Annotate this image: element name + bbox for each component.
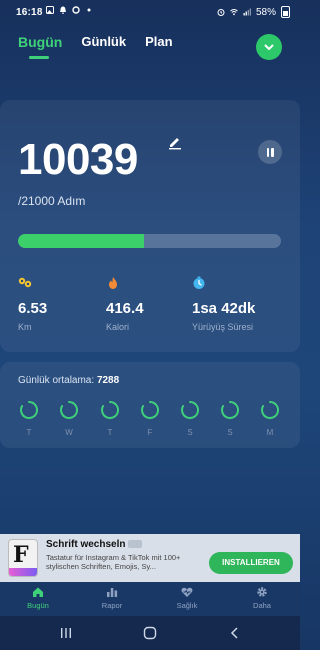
duration-label: Yürüyüş Süresi xyxy=(192,322,254,332)
day-progress-ring-icon xyxy=(181,400,199,419)
back-icon[interactable] xyxy=(228,626,242,640)
edit-icon[interactable] xyxy=(167,134,183,150)
ad-app-icon: F xyxy=(8,539,38,577)
circle-app-icon xyxy=(72,6,80,14)
nav-daha[interactable]: Daha xyxy=(237,586,287,610)
system-icons: 58% xyxy=(217,6,290,18)
step-goal: /21000 Adım xyxy=(18,194,86,208)
status-bar: 16:18 58% xyxy=(0,0,300,24)
nav-saglik[interactable]: Sağlık xyxy=(162,586,212,610)
day-ring-item[interactable]: F xyxy=(139,400,161,437)
day-progress-ring-icon xyxy=(20,400,38,419)
calories-value: 416.4 xyxy=(106,300,144,317)
flame-icon xyxy=(109,277,117,289)
dropdown-check-button[interactable] xyxy=(256,34,282,60)
step-progress-fill xyxy=(18,234,144,248)
day-progress-ring-icon xyxy=(261,400,279,419)
chevron-down-icon xyxy=(264,44,274,50)
distance-label: Km xyxy=(18,322,32,332)
day-ring-item[interactable]: T xyxy=(99,400,121,437)
ad-badge xyxy=(128,540,143,549)
tab-bugun[interactable]: Bugün xyxy=(18,34,62,59)
duration-value: 1sa 42dk xyxy=(192,300,256,317)
day-ring-item[interactable]: S xyxy=(219,400,241,437)
day-label: F xyxy=(147,428,153,437)
ad-title: Schrift wechseln xyxy=(46,539,143,550)
battery-icon xyxy=(281,6,290,18)
daily-average-label: Günlük ortalama: xyxy=(18,375,95,386)
tab-gunluk[interactable]: Günlük xyxy=(81,34,126,50)
day-ring-item[interactable]: S xyxy=(179,400,201,437)
notification-icons xyxy=(46,6,93,14)
clock-icon xyxy=(193,276,205,289)
day-ring-item[interactable]: M xyxy=(259,400,281,437)
daily-average: Günlük ortalama: 7288 xyxy=(18,375,119,386)
bottom-navigation: Bugün Rapor Sağlık Daha xyxy=(0,582,300,616)
home-icon xyxy=(33,587,43,597)
status-time: 16:18 xyxy=(16,7,43,18)
alarm-icon xyxy=(217,9,225,16)
day-label: M xyxy=(266,428,274,437)
tab-plan[interactable]: Plan xyxy=(145,34,172,50)
day-progress-ring-icon xyxy=(221,400,239,419)
day-label: S xyxy=(187,428,193,437)
recent-apps-icon[interactable] xyxy=(59,626,73,640)
heart-icon xyxy=(181,587,193,597)
gallery-icon xyxy=(46,6,54,14)
day-ring-item[interactable]: T xyxy=(18,400,40,437)
bar-chart-icon xyxy=(107,588,118,597)
day-progress-ring-icon xyxy=(141,400,159,419)
step-count: 10039 xyxy=(18,135,138,184)
stat-duration: 1sa 42dk Yürüyüş Süresi xyxy=(192,276,255,332)
day-ring-item[interactable]: W xyxy=(58,400,80,437)
calories-label: Kalori xyxy=(106,322,130,332)
day-label: S xyxy=(227,428,233,437)
daily-average-value: 7288 xyxy=(96,375,120,386)
pause-icon xyxy=(266,147,269,157)
wifi-icon xyxy=(230,9,238,16)
stat-distance: 6.53 Km xyxy=(18,276,47,332)
distance-icon xyxy=(18,277,32,288)
distance-value: 6.53 xyxy=(18,300,48,317)
gear-icon xyxy=(257,587,267,597)
day-progress-ring-icon xyxy=(101,400,119,419)
day-label: T xyxy=(26,428,32,437)
top-tabs: Bugün Günlük Plan xyxy=(18,34,192,59)
ad-description: Tastatur für Instagram & TikTok mit 100+… xyxy=(46,553,181,571)
pause-button[interactable] xyxy=(258,140,282,164)
nav-rapor[interactable]: Rapor xyxy=(87,586,137,610)
dot-icon xyxy=(87,8,91,12)
day-progress-ring-icon xyxy=(60,400,78,419)
bell-icon xyxy=(60,6,66,14)
home-button-icon[interactable] xyxy=(143,626,157,640)
signal-icon xyxy=(243,8,251,16)
ad-install-button[interactable]: INSTALLIEREN xyxy=(209,552,293,574)
nav-bugun[interactable]: Bugün xyxy=(13,586,63,610)
day-label: T xyxy=(107,428,113,437)
step-progress-bar xyxy=(18,234,281,248)
system-navigation-bar xyxy=(0,616,300,650)
day-label: W xyxy=(65,428,73,437)
stat-calories: 416.4 Kalori xyxy=(106,276,144,332)
battery-percent: 58% xyxy=(255,6,276,18)
